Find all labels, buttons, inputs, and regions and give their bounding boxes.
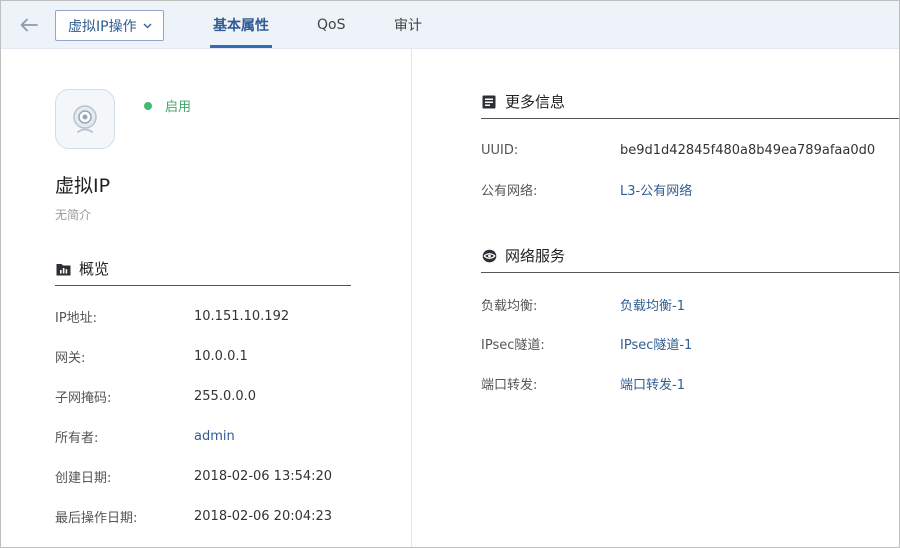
overview-row-label: 所有者: bbox=[55, 430, 99, 446]
overview-row-owner-value: admin bbox=[194, 427, 235, 445]
more-info-row-label: 公有网络: bbox=[481, 183, 538, 199]
overview-row-label: 最后操作日期: bbox=[55, 510, 138, 526]
status-dot bbox=[144, 101, 152, 110]
more-info-row-public-network-value: L3-公有网络 bbox=[620, 180, 692, 199]
network-services-section-title: 网络服务 bbox=[481, 245, 565, 266]
overview-row-owner: 所有者: bbox=[55, 427, 99, 446]
overview-row-value: 10.0.0.1 bbox=[194, 348, 248, 364]
more-info-row-uuid: UUID: bbox=[481, 141, 518, 159]
network-services-row-port-forward: 端口转发: bbox=[481, 374, 538, 393]
overview-row-netmask: 子网掩码: bbox=[55, 387, 112, 406]
overview-title-text: 概览 bbox=[79, 260, 110, 278]
tab-basic-properties-label: 基本属性 bbox=[213, 17, 269, 34]
overview-divider bbox=[55, 285, 351, 286]
chevron-down-icon bbox=[143, 23, 152, 29]
port-forwarding-link[interactable]: 端口转发-1 bbox=[620, 374, 685, 393]
network-services-row-ipsec-value: IPsec隧道-1 bbox=[620, 334, 692, 353]
network-services-row-lb-value: 负载均衡-1 bbox=[620, 295, 685, 314]
arrow-left-icon bbox=[20, 18, 38, 32]
chart-folder-icon bbox=[55, 261, 71, 277]
overview-section-title: 概览 bbox=[55, 258, 109, 279]
network-icon bbox=[481, 248, 497, 264]
network-services-row-port-forward-value: 端口转发-1 bbox=[620, 374, 685, 393]
more-info-row-uuid-value: be9d1d42845f480a8b49ea789afaa0d0 bbox=[620, 141, 875, 159]
overview-row-netmask-value: 255.0.0.0 bbox=[194, 387, 256, 405]
overview-row-last-op: 最后操作日期: bbox=[55, 507, 138, 526]
overview-row-created-value: 2018-02-06 13:54:20 bbox=[194, 467, 332, 485]
overview-row-value: 2018-02-06 20:04:23 bbox=[194, 508, 333, 524]
overview-row-gateway: 网关: bbox=[55, 347, 86, 366]
tab-basic-properties[interactable]: 基本属性 bbox=[210, 1, 272, 48]
info-card-icon bbox=[481, 94, 497, 110]
more-info-title-text: 更多信息 bbox=[505, 93, 566, 111]
resource-name: 虚拟IP bbox=[55, 175, 111, 197]
public-network-link[interactable]: L3-公有网络 bbox=[620, 180, 692, 199]
tab-audit[interactable]: 审计 bbox=[394, 1, 422, 48]
resource-description: 无简介 bbox=[55, 208, 92, 222]
overview-row-label: 创建日期: bbox=[55, 470, 112, 486]
overview-row-value: 2018-02-06 13:54:20 bbox=[194, 468, 333, 484]
overview-row-ip: IP地址: bbox=[55, 307, 98, 326]
more-info-section-title: 更多信息 bbox=[481, 91, 565, 112]
more-info-row-public-network: 公有网络: bbox=[481, 180, 538, 199]
overview-row-label: 子网掩码: bbox=[55, 390, 112, 406]
status-badge: 启用 bbox=[144, 96, 191, 115]
tab-qos[interactable]: QoS bbox=[317, 1, 345, 48]
vip-action-label: 虚拟IP操作 bbox=[68, 18, 137, 35]
network-services-row-lb: 负载均衡: bbox=[481, 295, 538, 314]
network-services-row-label: 端口转发: bbox=[481, 377, 538, 393]
overview-row-gateway-value: 10.0.0.1 bbox=[194, 347, 248, 365]
camera-icon bbox=[73, 105, 97, 133]
network-services-divider bbox=[481, 272, 899, 273]
resource-avatar bbox=[55, 89, 115, 149]
overview-row-last-op-value: 2018-02-06 20:04:23 bbox=[194, 507, 332, 525]
overview-row-ip-value: 10.151.10.192 bbox=[194, 307, 289, 325]
more-info-row-label: UUID: bbox=[481, 142, 519, 158]
overview-row-label: IP地址: bbox=[55, 310, 98, 326]
owner-link[interactable]: admin bbox=[194, 429, 235, 444]
network-services-row-label: IPsec隧道: bbox=[481, 337, 545, 353]
tab-qos-label: QoS bbox=[317, 16, 346, 33]
left-panel: 启用 虚拟IP 无简介 概览 IP地址: 10.151.10.192 网关: 1… bbox=[1, 49, 411, 547]
status-text: 启用 bbox=[165, 100, 192, 115]
overview-row-value: 255.0.0.0 bbox=[194, 388, 257, 404]
detail-header: 虚拟IP操作 基本属性 QoS 审计 bbox=[1, 1, 899, 49]
ipsec-tunnel-link[interactable]: IPsec隧道-1 bbox=[620, 334, 692, 353]
more-info-divider bbox=[481, 118, 899, 119]
network-services-row-label: 负载均衡: bbox=[481, 298, 538, 314]
uuid-value: be9d1d42845f480a8b49ea789afaa0d0 bbox=[620, 142, 876, 158]
overview-row-created: 创建日期: bbox=[55, 467, 112, 486]
load-balancer-link[interactable]: 负载均衡-1 bbox=[620, 295, 685, 314]
network-services-row-ipsec: IPsec隧道: bbox=[481, 334, 545, 353]
vip-action-dropdown[interactable]: 虚拟IP操作 bbox=[55, 10, 164, 41]
tab-audit-label: 审计 bbox=[394, 17, 422, 34]
right-panel: 更多信息 UUID: be9d1d42845f480a8b49ea789afaa… bbox=[412, 49, 899, 547]
network-services-title-text: 网络服务 bbox=[505, 247, 566, 265]
detail-window: 虚拟IP操作 基本属性 QoS 审计 启用 虚拟IP 无简介 概览 IP地址: … bbox=[0, 0, 900, 548]
overview-row-value: 10.151.10.192 bbox=[194, 308, 290, 324]
back-button[interactable] bbox=[15, 11, 43, 39]
overview-row-label: 网关: bbox=[55, 350, 86, 366]
